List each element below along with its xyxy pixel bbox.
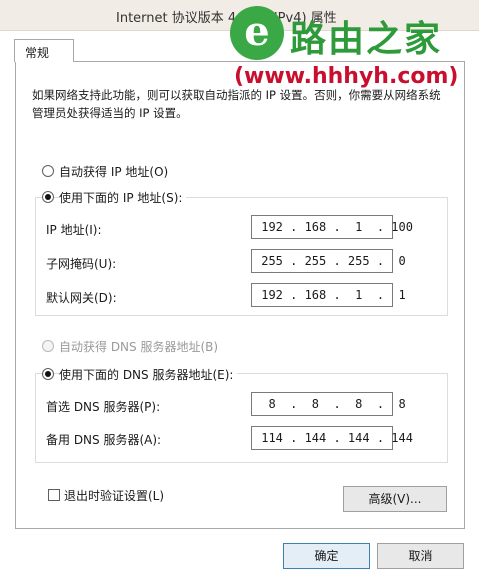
manual-dns-radio[interactable] bbox=[42, 368, 54, 380]
watermark-logo-text: 路由之家 bbox=[290, 19, 443, 60]
default-gateway-field[interactable]: 192 . 168 . 1 . 1 bbox=[251, 283, 406, 307]
manual-ip-radio[interactable] bbox=[42, 191, 54, 203]
cancel-button[interactable]: 取消 bbox=[377, 543, 464, 569]
subnet-mask-field[interactable]: 255 . 255 . 255 . 0 bbox=[251, 249, 406, 273]
subnet-mask-label: 子网掩码(U): bbox=[46, 257, 117, 271]
preferred-dns-field[interactable]: 8 . 8 . 8 . 8 bbox=[251, 392, 406, 416]
watermark-url: (www.hhhyh.com) bbox=[232, 64, 461, 89]
auto-ip-radio[interactable] bbox=[42, 165, 54, 177]
ip-address-field[interactable]: 192 . 168 . 1 . 100 bbox=[251, 215, 413, 239]
manual-ip-label[interactable]: 使用下面的 IP 地址(S): bbox=[59, 189, 187, 206]
description-text: 如果网络支持此功能，则可以获取自动指派的 IP 设置。否则，你需要从网络系统管理… bbox=[32, 88, 441, 120]
advanced-button[interactable]: 高级(V)... bbox=[343, 486, 447, 512]
tab-general-label: 常规 bbox=[25, 46, 50, 60]
preferred-dns-label: 首选 DNS 服务器(P): bbox=[46, 400, 161, 414]
tab-general[interactable]: 常规 bbox=[14, 39, 74, 62]
alternate-dns-field[interactable]: 114 . 144 . 144 . 144 bbox=[251, 426, 413, 450]
ip-address-label: IP 地址(I): bbox=[46, 223, 102, 237]
watermark-logo-letter: e bbox=[244, 8, 270, 55]
auto-dns-radio[interactable] bbox=[42, 340, 54, 352]
auto-dns-label[interactable]: 自动获得 DNS 服务器地址(B) bbox=[59, 338, 218, 355]
validate-settings-label[interactable]: 退出时验证设置(L) bbox=[64, 487, 164, 504]
manual-dns-label[interactable]: 使用下面的 DNS 服务器地址(E): bbox=[59, 366, 238, 383]
validate-settings-checkbox[interactable] bbox=[48, 489, 60, 501]
default-gateway-label: 默认网关(D): bbox=[46, 291, 117, 305]
auto-ip-label[interactable]: 自动获得 IP 地址(O) bbox=[59, 163, 168, 180]
ok-button[interactable]: 确定 bbox=[283, 543, 370, 569]
alternate-dns-label: 备用 DNS 服务器(A): bbox=[46, 433, 162, 447]
